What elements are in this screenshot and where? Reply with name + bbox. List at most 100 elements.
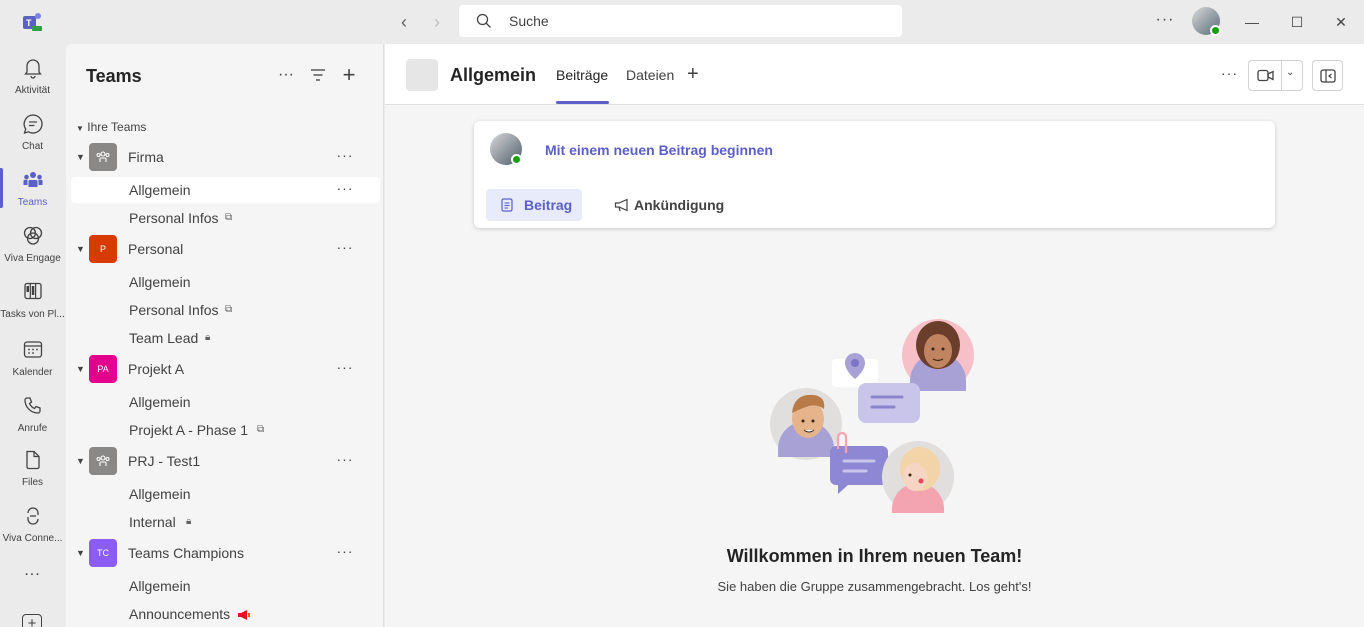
back-arrow-icon[interactable]: ‹ — [394, 12, 414, 32]
active-tab-indicator — [556, 101, 609, 104]
add-apps-icon[interactable]: + — [22, 614, 42, 627]
announcement-label: Ankündigung — [634, 197, 725, 213]
channel-name: Allgemein — [129, 394, 191, 410]
maximize-icon[interactable]: ☐ — [1285, 10, 1309, 34]
megaphone-icon — [238, 610, 250, 620]
engage-icon — [23, 226, 43, 245]
start-post-link[interactable]: Mit einem neuen Beitrag beginnen — [545, 142, 773, 158]
channel-item-teams-champions-allgemein[interactable]: Allgemein — [71, 573, 380, 599]
file-icon — [26, 450, 40, 470]
section-label: Ihre Teams — [87, 120, 147, 134]
team-avatar: P — [89, 235, 117, 263]
section-header[interactable]: ▼ Ihre Teams — [76, 120, 146, 134]
caret-down-icon: ▼ — [76, 548, 85, 558]
team-avatar — [89, 143, 117, 171]
rail-item-files[interactable]: Files — [0, 440, 65, 496]
channel-name: Personal Infos — [129, 302, 219, 318]
user-avatar[interactable] — [1192, 7, 1221, 36]
rail-label: Aktivität — [14, 85, 50, 96]
rail-item-activity[interactable]: Aktivität — [0, 48, 65, 104]
more-apps-icon[interactable]: ... — [0, 562, 65, 580]
rail-label: Viva Conne... — [2, 533, 63, 544]
open-panel-button[interactable] — [1312, 60, 1343, 91]
channel-item-projekt-a-phase-1[interactable]: Projekt A - Phase 1 ⧉ — [71, 417, 380, 443]
video-camera-icon[interactable] — [1257, 69, 1274, 82]
rail-item-viva-engage[interactable]: Viva Engage — [0, 216, 65, 272]
caret-down-icon: ▼ — [76, 124, 84, 133]
calendar-icon — [23, 341, 43, 358]
channel-item-firma-personal-infos[interactable]: Personal Infos ⧉ — [71, 205, 380, 231]
app-rail: Aktivität Chat Teams Viva Engage Tasks v… — [0, 44, 65, 627]
rail-label: Kalender — [12, 367, 53, 378]
rail-label: Files — [21, 477, 44, 488]
filter-icon[interactable] — [307, 64, 329, 86]
channel-item-personal-allgemein[interactable]: Allgemein — [71, 269, 380, 295]
search-input[interactable] — [509, 5, 889, 37]
channel-item-prj-test1-allgemein[interactable]: Allgemein — [71, 481, 380, 507]
more-options-icon[interactable]: ··· — [334, 359, 356, 379]
team-row-projekt-a[interactable]: ▼ PA Projekt A ··· — [66, 354, 384, 384]
rail-label: Viva Engage — [4, 253, 61, 264]
more-options-icon[interactable]: ··· — [1221, 65, 1238, 81]
title-bar: T ‹ › ··· — ☐ ✕ — [0, 0, 1364, 44]
tab-files[interactable]: Dateien — [626, 67, 674, 83]
post-icon — [501, 198, 513, 212]
channel-item-projekt-a-allgemein[interactable]: Allgemein — [71, 389, 380, 415]
search-icon — [476, 13, 491, 28]
rail-item-chat[interactable]: Chat — [0, 104, 65, 160]
search-box[interactable] — [459, 5, 902, 37]
rail-item-tasks[interactable]: Tasks von Pl... — [0, 272, 65, 328]
teams-list-pane: Teams ··· + ▼ Ihre Teams ▼ Firma ··· All… — [66, 44, 384, 627]
team-row-personal[interactable]: ▼ P Personal ··· — [66, 234, 384, 264]
channel-item-firma-allgemein[interactable]: Allgemein ··· — [71, 177, 380, 203]
more-options-icon[interactable]: ··· — [1155, 11, 1175, 31]
announcement-button[interactable]: Ankündigung — [600, 189, 730, 221]
presence-available-icon — [511, 154, 522, 165]
add-tab-icon[interactable]: + — [687, 63, 699, 86]
channel-name: Allgemein — [129, 578, 191, 594]
welcome-title: Willkommen in Ihrem neuen Team! — [726, 546, 1023, 566]
more-options-icon[interactable]: ··· — [334, 543, 356, 563]
rail-item-viva-connections[interactable]: Viva Conne... — [0, 496, 65, 552]
channel-item-personal-personal-infos[interactable]: Personal Infos ⧉ — [71, 297, 380, 323]
post-label: Beitrag — [524, 197, 573, 213]
team-row-prj-test1[interactable]: ▼ PRJ - Test1 ··· — [66, 446, 384, 476]
rail-label: Anrufe — [17, 423, 48, 434]
team-row-teams-champions[interactable]: ▼ TC Teams Champions ··· — [66, 538, 384, 568]
channel-item-prj-test1-internal[interactable]: Internal 🔒︎ — [71, 509, 380, 535]
more-options-icon[interactable]: ··· — [334, 180, 356, 200]
rail-item-calls[interactable]: Anrufe — [0, 386, 65, 442]
lock-icon: 🔒︎ — [186, 516, 192, 527]
close-icon[interactable]: ✕ — [1329, 10, 1353, 34]
teams-icon — [23, 172, 43, 187]
panel-icon — [1320, 69, 1336, 83]
team-avatar: PA — [89, 355, 117, 383]
forward-arrow-icon[interactable]: › — [427, 12, 447, 32]
team-avatar — [89, 447, 117, 475]
shared-channel-icon: ⧉ — [225, 212, 233, 223]
more-options-icon[interactable]: ··· — [275, 64, 297, 86]
post-button[interactable]: Beitrag — [486, 189, 582, 221]
team-welcome-illustration — [770, 319, 974, 513]
channel-item-teams-champions-announcements[interactable]: Announcements — [71, 601, 380, 627]
channel-name: Internal — [129, 514, 176, 530]
teams-logo-icon[interactable]: T — [21, 11, 43, 33]
rail-item-calendar[interactable]: Kalender — [0, 330, 65, 386]
channel-item-personal-team-lead[interactable]: Team Lead 🔒︎ — [71, 325, 380, 351]
channel-view: Allgemein Beiträge Dateien + ··· ⌄ Mit e… — [385, 44, 1364, 627]
add-team-icon[interactable]: + — [338, 64, 360, 86]
more-options-icon[interactable]: ··· — [334, 147, 356, 167]
more-options-icon[interactable]: ··· — [334, 239, 356, 259]
chevron-down-icon[interactable]: ⌄ — [1286, 67, 1294, 78]
caret-down-icon: ▼ — [76, 152, 85, 162]
compose-card: Mit einem neuen Beitrag beginnen Beitrag… — [474, 121, 1275, 228]
phone-icon — [24, 397, 41, 414]
minimize-icon[interactable]: — — [1240, 10, 1264, 34]
more-options-icon[interactable]: ··· — [334, 451, 356, 471]
team-name: Personal — [128, 241, 184, 257]
rail-item-teams[interactable]: Teams — [0, 160, 65, 216]
caret-down-icon: ▼ — [76, 456, 85, 466]
team-row-firma[interactable]: ▼ Firma ··· — [66, 142, 384, 172]
group-icon — [96, 455, 110, 466]
tab-posts[interactable]: Beiträge — [556, 67, 608, 83]
